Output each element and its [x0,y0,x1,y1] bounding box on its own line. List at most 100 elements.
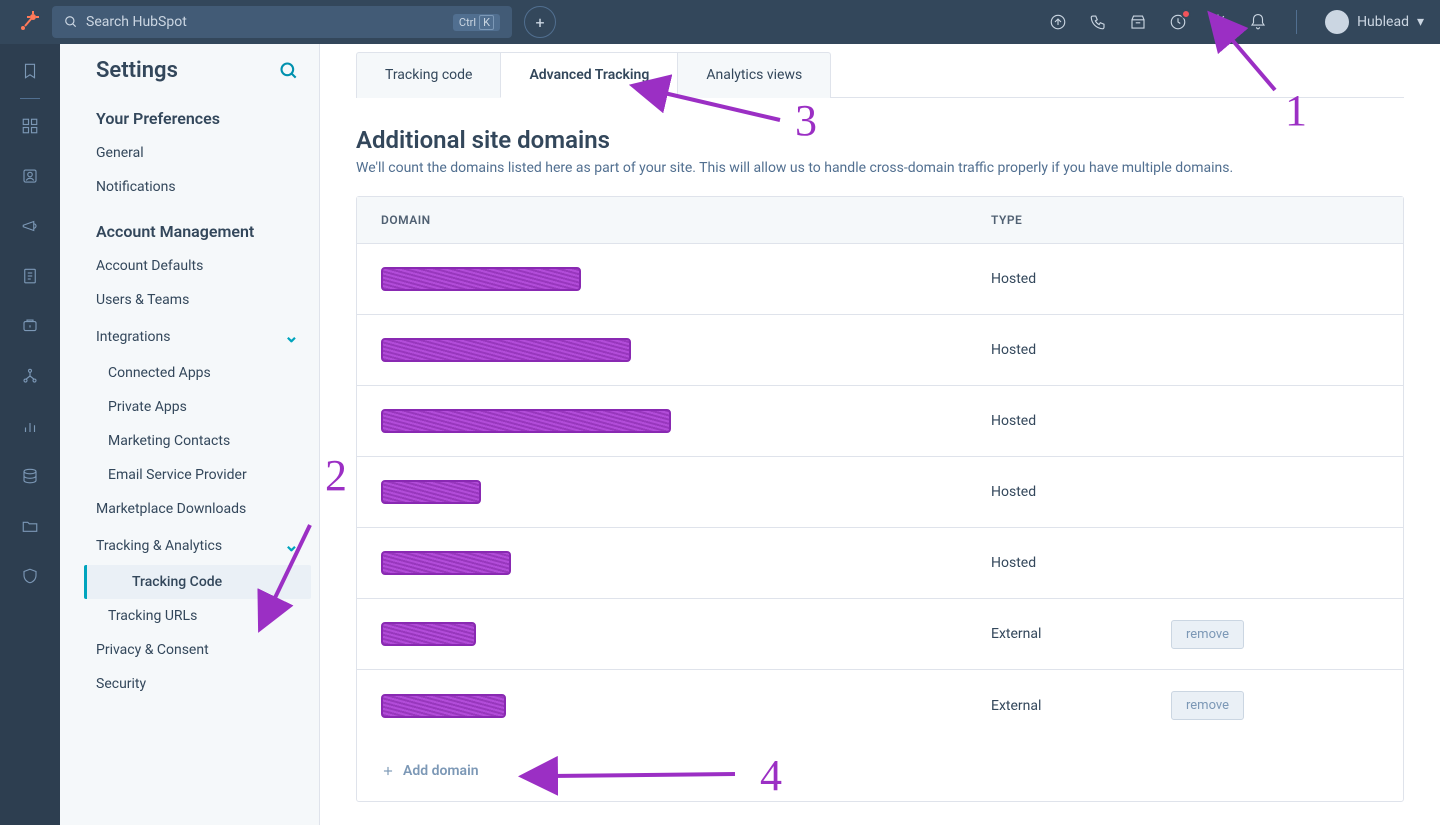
notification-dot-icon [1181,9,1191,19]
table-row: Externalremove [357,599,1403,670]
redacted-domain [381,338,631,362]
contacts-icon[interactable] [19,165,41,187]
main-content[interactable]: Tracking code Advanced Tracking Analytic… [320,44,1440,825]
activity-icon[interactable] [1168,12,1188,32]
automation-icon[interactable] [19,365,41,387]
tab-tracking-code[interactable]: Tracking code [356,52,500,98]
type-cell: Hosted [991,555,1171,571]
type-cell: Hosted [991,484,1171,500]
domain-cell [381,622,991,646]
domains-table: DOMAIN TYPE Hosted Hosted Hosted Hosted Host… [356,196,1404,802]
chevron-down-icon: ▾ [1417,14,1424,30]
remove-button[interactable]: remove [1171,620,1244,649]
add-domain-label: Add domain [403,763,479,779]
reports-icon[interactable] [19,415,41,437]
hubspot-logo-icon[interactable] [16,10,40,34]
left-rail [0,44,60,825]
sidebar-header: Settings [60,44,319,91]
type-cell: External [991,698,1171,714]
section-account: Account Management [60,204,319,249]
table-row: Hosted [357,386,1403,457]
divider [1296,10,1297,34]
sidebar-item-notifications[interactable]: Notifications [60,170,319,204]
page-description: We'll count the domains listed here as p… [356,160,1404,176]
domain-cell [381,694,991,718]
actions-cell: remove [1171,691,1379,720]
sidebar-item-marketing-contacts[interactable]: Marketing Contacts [60,424,319,458]
redacted-domain [381,480,481,504]
remove-button[interactable]: remove [1171,691,1244,720]
sidebar-item-tracking-urls[interactable]: Tracking URLs [60,599,319,633]
grid-icon[interactable] [19,115,41,137]
tabs: Tracking code Advanced Tracking Analytic… [356,52,1404,98]
domain-cell [381,267,991,291]
col-domain: DOMAIN [357,197,967,243]
database-icon[interactable] [19,465,41,487]
search-input[interactable] [86,14,445,30]
sidebar-search-icon[interactable] [279,61,299,81]
sidebar-item-tracking-code[interactable]: Tracking Code [84,565,311,599]
plus-icon [381,764,395,778]
domain-cell [381,338,991,362]
global-search[interactable]: CtrlK [52,6,512,38]
sidebar-item-marketplace-downloads[interactable]: Marketplace Downloads [60,492,319,526]
chevron-down-icon: ⌄ [284,535,299,556]
user-menu[interactable]: Hublead ▾ [1325,10,1424,34]
chevron-down-icon: ⌄ [284,326,299,347]
sidebar-item-private-apps[interactable]: Private Apps [60,390,319,424]
domain-cell [381,409,991,433]
user-name: Hublead [1357,14,1409,30]
nav-icons: Hublead ▾ [1048,10,1424,34]
megaphone-icon[interactable] [19,215,41,237]
tab-analytics-views[interactable]: Analytics views [678,52,831,98]
section-preferences: Your Preferences [60,91,319,136]
redacted-domain [381,694,506,718]
table-row: Hosted [357,457,1403,528]
table-row: Hosted [357,315,1403,386]
sidebar-item-email-service-provider[interactable]: Email Service Provider [60,458,319,492]
domain-cell [381,480,991,504]
sidebar-item-account-defaults[interactable]: Account Defaults [60,249,319,283]
add-domain-button[interactable]: Add domain [357,741,1403,801]
avatar-icon [1325,10,1349,34]
tab-advanced-tracking[interactable]: Advanced Tracking [500,52,678,98]
type-cell: Hosted [991,413,1171,429]
shortcut-hint: CtrlK [453,14,500,31]
sidebar-item-tracking-analytics[interactable]: Tracking & Analytics⌄ [60,526,319,565]
sidebar-item-general[interactable]: General [60,136,319,170]
content-icon[interactable] [19,265,41,287]
sidebar-item-security[interactable]: Security [60,667,319,701]
top-nav: CtrlK + Hublead ▾ [0,0,1440,44]
type-cell: External [991,626,1171,642]
folder-icon[interactable] [19,515,41,537]
commerce-icon[interactable] [19,315,41,337]
table-row: Externalremove [357,670,1403,741]
type-cell: Hosted [991,271,1171,287]
shield-icon[interactable] [19,565,41,587]
settings-sidebar[interactable]: Settings Your Preferences General Notifi… [60,44,320,825]
upgrade-icon[interactable] [1048,12,1068,32]
redacted-domain [381,409,671,433]
settings-gear-icon[interactable] [1208,12,1228,32]
sidebar-item-users-teams[interactable]: Users & Teams [60,283,319,317]
bell-icon[interactable] [1248,12,1268,32]
actions-cell: remove [1171,620,1379,649]
settings-title: Settings [96,58,178,83]
sidebar-item-privacy-consent[interactable]: Privacy & Consent [60,633,319,667]
table-header: DOMAIN TYPE [357,197,1403,244]
phone-icon[interactable] [1088,12,1108,32]
marketplace-icon[interactable] [1128,12,1148,32]
table-row: Hosted [357,528,1403,599]
bookmark-icon[interactable] [19,60,41,82]
table-row: Hosted [357,244,1403,315]
domain-cell [381,551,991,575]
col-type: TYPE [967,197,1403,243]
sidebar-item-integrations[interactable]: Integrations⌄ [60,317,319,356]
sidebar-item-connected-apps[interactable]: Connected Apps [60,356,319,390]
search-icon [64,15,78,29]
create-button[interactable]: + [524,6,556,38]
type-cell: Hosted [991,342,1171,358]
redacted-domain [381,551,511,575]
redacted-domain [381,622,476,646]
redacted-domain [381,267,581,291]
